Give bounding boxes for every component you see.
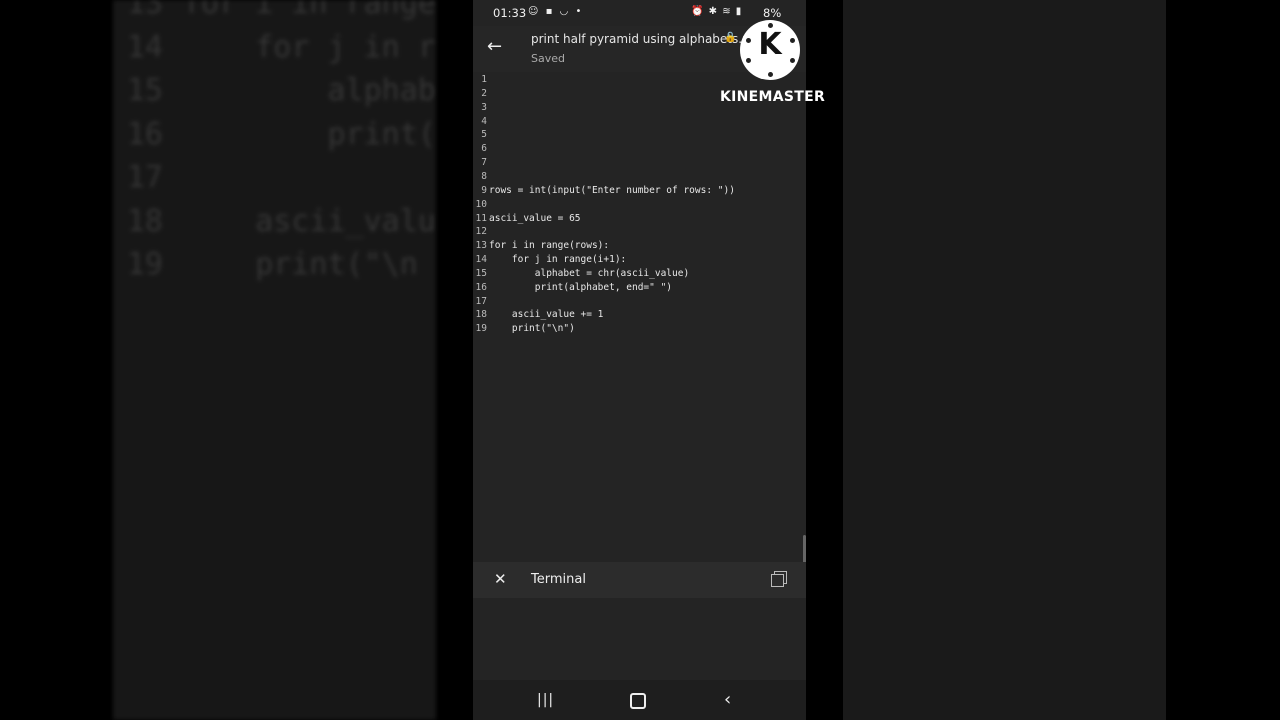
arrow-left-icon[interactable]: ← bbox=[487, 36, 502, 57]
background-right-panel bbox=[843, 0, 1166, 720]
battery-level: 8% bbox=[763, 6, 782, 20]
code-text: ascii_value = 65 bbox=[489, 212, 581, 224]
home-icon[interactable] bbox=[630, 693, 646, 709]
background-code-line: 14 for j in r bbox=[113, 30, 436, 65]
background-code-line: 18 ascii_valu bbox=[113, 204, 436, 239]
terminal-title: Terminal bbox=[531, 572, 586, 587]
code-text: print(alphabet, end=" ") bbox=[489, 281, 673, 293]
background-line-number: 16 bbox=[126, 116, 163, 152]
background-line-number: 19 bbox=[126, 247, 163, 282]
background-code-text: for i in range bbox=[183, 0, 436, 21]
code-editor[interactable]: 1 2 3 4 5 6 7 8 9 rows = int(input("Enter number … bbox=[473, 72, 806, 562]
terminal-output[interactable] bbox=[473, 598, 806, 680]
background-line-number: 17 bbox=[126, 160, 163, 195]
phone-screen: 01:33 ☺ ▪ ◡ • ⏰ ✱ ≋ ▮ 8% ← print half py… bbox=[473, 0, 806, 720]
line-number: 3 bbox=[481, 101, 487, 113]
code-text: print("\n") bbox=[489, 323, 575, 335]
copy-icon[interactable] bbox=[771, 571, 787, 587]
logo-dot bbox=[768, 23, 773, 28]
system-navbar: ||| ‹ bbox=[473, 680, 806, 720]
background-code-line: 13 for i in range bbox=[113, 0, 436, 21]
background-line-number: 13 bbox=[126, 0, 163, 21]
line-number: 6 bbox=[481, 143, 487, 155]
terminal-header: ✕ Terminal bbox=[473, 562, 806, 598]
chevron-left-icon[interactable]: ‹ bbox=[724, 689, 731, 710]
save-status: Saved bbox=[531, 52, 565, 65]
logo-dot bbox=[746, 38, 751, 43]
kinemaster-logo: K bbox=[740, 20, 800, 80]
system-icons: ⏰ ✱ ≋ ▮ bbox=[691, 6, 743, 17]
code-text: alphabet = chr(ascii_value) bbox=[489, 267, 690, 279]
line-number: 4 bbox=[481, 115, 487, 127]
background-code-line: 17 bbox=[113, 160, 183, 195]
line-number: 16 bbox=[475, 281, 487, 293]
background-line-number: 18 bbox=[126, 203, 163, 239]
line-number: 15 bbox=[475, 267, 487, 279]
logo-dot bbox=[768, 72, 773, 77]
close-icon[interactable]: ✕ bbox=[494, 570, 507, 588]
notification-icons: ☺ ▪ ◡ • bbox=[528, 6, 584, 17]
line-number: 11 bbox=[475, 212, 487, 224]
recent-apps-icon[interactable]: ||| bbox=[537, 692, 554, 708]
lock-icon: 🔒 bbox=[724, 32, 737, 43]
code-text: ascii_value += 1 bbox=[489, 309, 604, 321]
background-line-number: 14 bbox=[126, 29, 163, 65]
code-text: for i in range(rows): bbox=[489, 240, 610, 252]
file-title: print half pyramid using alphabets.py bbox=[531, 32, 757, 46]
line-number: 13 bbox=[475, 240, 487, 252]
line-number: 5 bbox=[481, 129, 487, 141]
logo-dot bbox=[790, 38, 795, 43]
background-code-line: 15 alphab bbox=[113, 73, 436, 108]
line-number: 9 bbox=[481, 184, 487, 196]
background-code-text: for j in r bbox=[183, 29, 436, 65]
background-code-text: print("\n bbox=[183, 247, 418, 282]
line-number: 18 bbox=[475, 309, 487, 321]
line-number: 12 bbox=[475, 226, 487, 238]
logo-letter: K bbox=[758, 27, 782, 62]
line-number: 14 bbox=[475, 254, 487, 266]
line-number: 17 bbox=[475, 295, 487, 307]
status-time: 01:33 bbox=[493, 6, 527, 20]
line-number: 2 bbox=[481, 87, 487, 99]
kinemaster-watermark: KINEMASTER bbox=[720, 89, 826, 105]
background-code-text: print( bbox=[183, 116, 436, 152]
background-code-line: 16 print( bbox=[113, 117, 436, 152]
line-number: 19 bbox=[475, 323, 487, 335]
background-code-blur: 13 for i in range 14 for j in r 15 alphab 16… bbox=[113, 0, 436, 720]
background-code-line: 19 print("\n bbox=[113, 247, 418, 282]
code-text: for j in range(i+1): bbox=[489, 254, 627, 266]
code-text: rows = int(input("Enter number of rows: … bbox=[489, 184, 735, 196]
background-code-text: ascii_valu bbox=[183, 203, 436, 239]
line-number: 7 bbox=[481, 157, 487, 169]
logo-dot bbox=[790, 58, 795, 63]
line-number: 1 bbox=[481, 74, 487, 85]
line-number: 8 bbox=[481, 170, 487, 182]
logo-dot bbox=[746, 58, 751, 63]
line-number: 10 bbox=[475, 198, 487, 210]
background-line-number: 15 bbox=[126, 73, 163, 108]
background-code-text: alphab bbox=[183, 73, 436, 108]
